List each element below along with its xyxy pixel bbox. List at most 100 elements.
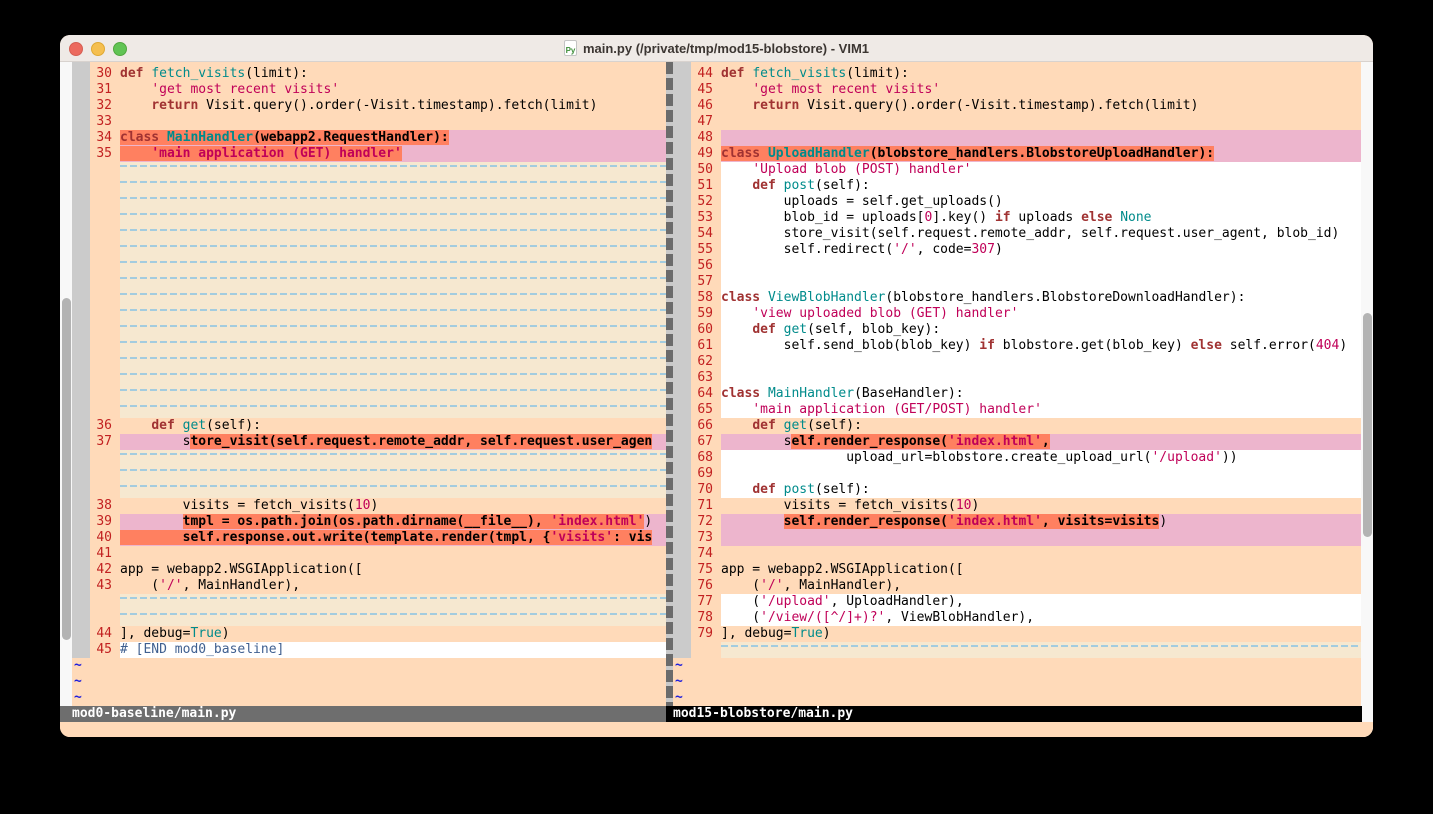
filler-line[interactable] — [673, 642, 1362, 658]
code-line[interactable]: 48 — [673, 130, 1362, 146]
filler-line[interactable] — [72, 178, 666, 194]
code-line[interactable]: 41 — [72, 546, 666, 562]
filler-line[interactable] — [72, 242, 666, 258]
code-line[interactable]: 59 'view uploaded blob (GET) handler' — [673, 306, 1362, 322]
filler-line[interactable] — [72, 386, 666, 402]
left-scrollbar-track[interactable] — [60, 62, 72, 706]
code-line[interactable]: 35 'main application (GET) handler' — [72, 146, 666, 162]
code-line[interactable]: 64class MainHandler(BaseHandler): — [673, 386, 1362, 402]
code-line[interactable]: 44def fetch_visits(limit): — [673, 66, 1362, 82]
fold-column-cell — [72, 130, 90, 146]
code-line[interactable]: 79], debug=True) — [673, 626, 1362, 642]
fold-column-cell — [72, 66, 90, 82]
minimize-button[interactable] — [91, 42, 105, 56]
fold-column-cell — [673, 130, 691, 146]
filler-line[interactable] — [72, 354, 666, 370]
filler-line[interactable] — [72, 370, 666, 386]
code-line[interactable]: 51 def post(self): — [673, 178, 1362, 194]
code-line[interactable]: 38 visits = fetch_visits(10) — [72, 498, 666, 514]
filler-line[interactable] — [72, 258, 666, 274]
code-line[interactable]: 45 'get most recent visits' — [673, 82, 1362, 98]
left-scrollbar-thumb[interactable] — [62, 298, 71, 640]
code-line[interactable]: 34class MainHandler(webapp2.RequestHandl… — [72, 130, 666, 146]
code-line[interactable]: 75app = webapp2.WSGIApplication([ — [673, 562, 1362, 578]
line-text: ('/', MainHandler), — [120, 578, 666, 594]
filler-line[interactable] — [72, 594, 666, 610]
code-line[interactable]: 58class ViewBlobHandler(blobstore_handle… — [673, 290, 1362, 306]
right-scrollbar-thumb[interactable] — [1363, 313, 1372, 537]
code-line[interactable]: 39 tmpl = os.path.join(os.path.dirname(_… — [72, 514, 666, 530]
filler-line[interactable] — [72, 226, 666, 242]
title-bar[interactable]: Py main.py (/private/tmp/mod15-blobstore… — [60, 35, 1373, 62]
filler-line[interactable] — [72, 450, 666, 466]
code-line[interactable]: 74 — [673, 546, 1362, 562]
filler-line[interactable] — [72, 162, 666, 178]
left-editor-pane[interactable]: 30def fetch_visits(limit):31 'get most r… — [72, 62, 666, 706]
fold-column-cell — [673, 98, 691, 114]
code-line[interactable]: 60 def get(self, blob_key): — [673, 322, 1362, 338]
line-number — [90, 386, 120, 402]
code-line[interactable]: 61 self.send_blob(blob_key) if blobstore… — [673, 338, 1362, 354]
filler-line[interactable] — [72, 194, 666, 210]
code-line[interactable]: 47 — [673, 114, 1362, 130]
filler-line[interactable] — [72, 322, 666, 338]
code-line[interactable]: 57 — [673, 274, 1362, 290]
tilde-marker: ~ — [72, 658, 90, 674]
code-line[interactable]: 63 — [673, 370, 1362, 386]
code-line[interactable]: 36 def get(self): — [72, 418, 666, 434]
right-editor-pane[interactable]: 44def fetch_visits(limit):45 'get most r… — [673, 62, 1362, 706]
code-line[interactable]: 45# [END mod0_baseline] — [72, 642, 666, 658]
filler-line[interactable] — [72, 306, 666, 322]
filler-line[interactable] — [72, 610, 666, 626]
code-line[interactable]: 43 ('/', MainHandler), — [72, 578, 666, 594]
code-line[interactable]: 56 — [673, 258, 1362, 274]
code-line[interactable]: 67 self.render_response('index.html', — [673, 434, 1362, 450]
code-line[interactable]: 73 — [673, 530, 1362, 546]
code-line[interactable]: 52 uploads = self.get_uploads() — [673, 194, 1362, 210]
code-line[interactable]: 76 ('/', MainHandler), — [673, 578, 1362, 594]
code-line[interactable]: 71 visits = fetch_visits(10) — [673, 498, 1362, 514]
code-line[interactable]: 46 return Visit.query().order(-Visit.tim… — [673, 98, 1362, 114]
split-separator[interactable] — [666, 62, 673, 706]
code-line[interactable]: 53 blob_id = uploads[0].key() if uploads… — [673, 210, 1362, 226]
code-line[interactable]: 42app = webapp2.WSGIApplication([ — [72, 562, 666, 578]
zoom-button[interactable] — [113, 42, 127, 56]
code-line[interactable]: 33 — [72, 114, 666, 130]
right-scrollbar-track[interactable] — [1361, 62, 1373, 737]
filler-line[interactable] — [72, 338, 666, 354]
filler-line[interactable] — [72, 402, 666, 418]
code-line[interactable]: 69 — [673, 466, 1362, 482]
filler-line[interactable] — [72, 274, 666, 290]
line-number: 59 — [691, 306, 721, 322]
close-button[interactable] — [69, 42, 83, 56]
code-line[interactable]: 30def fetch_visits(limit): — [72, 66, 666, 82]
filler-line[interactable] — [72, 210, 666, 226]
fold-column-cell — [72, 194, 90, 210]
fold-column-cell — [673, 594, 691, 610]
line-number: 68 — [691, 450, 721, 466]
code-line[interactable]: 62 — [673, 354, 1362, 370]
code-line[interactable]: 78 ('/view/([^/]+)?', ViewBlobHandler), — [673, 610, 1362, 626]
deleted-line-dashes — [120, 293, 666, 295]
fold-column-cell — [72, 114, 90, 130]
code-line[interactable]: 68 upload_url=blobstore.create_upload_ur… — [673, 450, 1362, 466]
code-line[interactable]: 72 self.render_response('index.html', vi… — [673, 514, 1362, 530]
code-line[interactable]: 44], debug=True) — [72, 626, 666, 642]
fold-column-cell — [673, 626, 691, 642]
code-line[interactable]: 55 self.redirect('/', code=307) — [673, 242, 1362, 258]
filler-line[interactable] — [72, 466, 666, 482]
code-line[interactable]: 54 store_visit(self.request.remote_addr,… — [673, 226, 1362, 242]
code-line[interactable]: 37 store_visit(self.request.remote_addr,… — [72, 434, 666, 450]
code-line[interactable]: 66 def get(self): — [673, 418, 1362, 434]
code-line[interactable]: 31 'get most recent visits' — [72, 82, 666, 98]
filler-line[interactable] — [72, 482, 666, 498]
code-line[interactable]: 77 ('/upload', UploadHandler), — [673, 594, 1362, 610]
command-line[interactable] — [60, 722, 1373, 737]
code-line[interactable]: 50 'Upload blob (POST) handler' — [673, 162, 1362, 178]
code-line[interactable]: 40 self.response.out.write(template.rend… — [72, 530, 666, 546]
code-line[interactable]: 70 def post(self): — [673, 482, 1362, 498]
code-line[interactable]: 65 'main application (GET/POST) handler' — [673, 402, 1362, 418]
code-line[interactable]: 49class UploadHandler(blobstore_handlers… — [673, 146, 1362, 162]
code-line[interactable]: 32 return Visit.query().order(-Visit.tim… — [72, 98, 666, 114]
filler-line[interactable] — [72, 290, 666, 306]
